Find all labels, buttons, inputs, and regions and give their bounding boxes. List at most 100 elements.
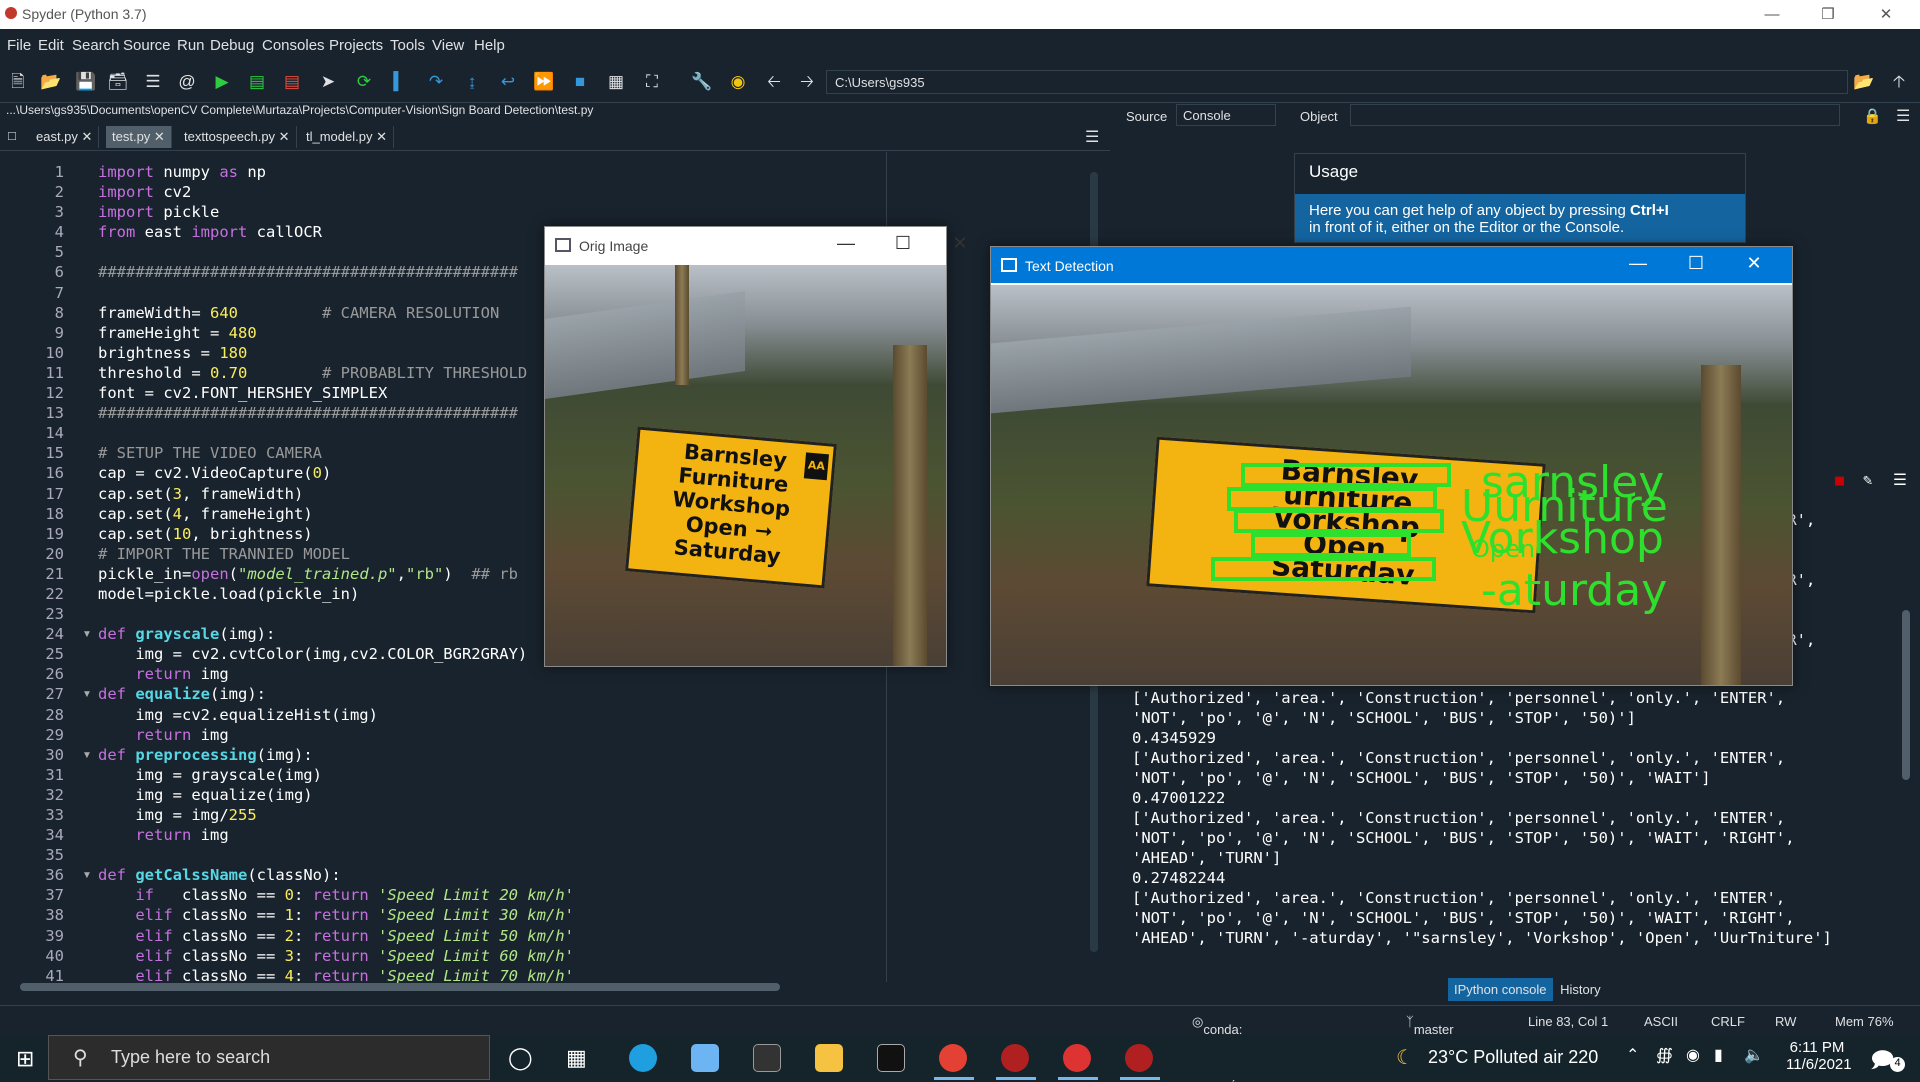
fold-arrow-icon[interactable]: ▼ [82, 870, 92, 881]
search-icon: ⚲ [73, 1047, 88, 1069]
save-all-icon[interactable]: 🗃 [106, 70, 130, 94]
close-button[interactable]: ✕ [935, 233, 985, 254]
run-cell-advance-icon[interactable]: ▤ [280, 70, 304, 94]
tab-east-py[interactable]: east.py ✕ [30, 126, 100, 148]
conda-env-status: ◎ conda: base (Python 3.7.6) [1192, 1014, 1248, 1082]
minimize-button[interactable]: — [821, 233, 871, 254]
line-number: 16 [45, 464, 64, 483]
clock[interactable]: 6:11 PM 11/6/2021 [1786, 1039, 1852, 1073]
edge-browser-icon[interactable] [629, 1044, 657, 1072]
maximize-button[interactable]: ❒ [1800, 0, 1856, 29]
tab-tl-model-py[interactable]: tl_model.py ✕ [300, 126, 394, 148]
continue-icon[interactable]: ⏩ [532, 70, 556, 94]
editor-options-icon[interactable]: ☰ [1085, 127, 1099, 147]
run-icon[interactable]: ▶ [210, 70, 234, 94]
spyder-active-icon[interactable] [1125, 1044, 1153, 1072]
menu-tools[interactable]: Tools [390, 37, 425, 54]
working-directory-input[interactable] [826, 70, 1848, 94]
step-icon[interactable]: ↷ [424, 70, 448, 94]
weather-text[interactable]: 23°C Polluted air 220 [1428, 1047, 1598, 1068]
outline-icon[interactable]: ☰ [141, 70, 165, 94]
tab-texttospeech-py[interactable]: texttospeech.py ✕ [178, 126, 297, 148]
menu-run[interactable]: Run [177, 37, 205, 54]
lock-icon[interactable]: 🔒 [1863, 107, 1882, 125]
rerun-icon[interactable]: ⟳ [352, 70, 376, 94]
volume-icon[interactable]: 🔈 [1744, 1045, 1764, 1065]
menu-file[interactable]: File [7, 37, 31, 54]
source-select[interactable]: Console [1176, 104, 1276, 126]
windows-start-icon[interactable]: ⊞ [16, 1046, 34, 1072]
stop-kernel-icon[interactable]: ■ [1835, 470, 1844, 490]
open-file-icon[interactable]: 📂 [39, 70, 63, 94]
line-number: 37 [45, 886, 64, 905]
preferences-wrench-icon[interactable]: 🔧 [690, 70, 714, 94]
browse-folder-icon[interactable]: 📂 [1852, 70, 1876, 94]
menu-debug[interactable]: Debug [210, 37, 254, 54]
media-app-icon[interactable] [1063, 1044, 1091, 1072]
encoding: ASCII [1644, 1014, 1678, 1029]
menu-edit[interactable]: Edit [38, 37, 64, 54]
run-cell-icon[interactable]: ▤ [245, 70, 269, 94]
text-detection-window[interactable]: Text Detection — ☐ ✕ Barnslev urniture V… [990, 246, 1793, 686]
debug-icon[interactable]: ▍ [388, 70, 412, 94]
editor-horizontal-scrollbar[interactable] [20, 983, 780, 991]
browse-tabs-icon[interactable]: □ [8, 128, 16, 143]
cortana-icon[interactable]: ◯ [508, 1045, 533, 1071]
forward-arrow-icon[interactable]: 🡢 [795, 70, 819, 94]
close-button[interactable]: ✕ [1858, 0, 1914, 29]
tab-history[interactable]: History [1556, 978, 1604, 1001]
spyder-icon[interactable] [1001, 1044, 1029, 1072]
step-into-icon[interactable]: ↨ [460, 70, 484, 94]
menu-consoles[interactable]: Consoles [262, 37, 325, 54]
tab-label: east.py [36, 129, 78, 144]
tab-test-py[interactable]: test.py ✕ [106, 126, 172, 148]
save-icon[interactable]: 💾 [74, 70, 98, 94]
tab-ipython-console[interactable]: IPython console [1448, 978, 1553, 1001]
menu-search[interactable]: Search [72, 37, 120, 54]
new-file-icon[interactable]: 🗎 [6, 70, 30, 94]
network-icon[interactable]: ∰ [1656, 1045, 1673, 1065]
maximize-button[interactable]: ☐ [878, 233, 928, 254]
at-icon[interactable]: @ [175, 70, 199, 94]
console-options-icon[interactable]: ☰ [1893, 470, 1907, 490]
close-button[interactable]: ✕ [1729, 253, 1779, 274]
webcam-icon[interactable]: ◉ [1686, 1045, 1700, 1065]
minimize-button[interactable]: — [1744, 0, 1800, 29]
help-options-icon[interactable]: ☰ [1896, 106, 1910, 126]
chrome-icon[interactable] [939, 1044, 967, 1072]
maximize-pane-icon[interactable]: ▦ [604, 70, 628, 94]
maximize-button[interactable]: ☐ [1671, 253, 1721, 274]
command-prompt-icon[interactable] [877, 1044, 905, 1072]
battery-icon[interactable]: ▮ [1714, 1045, 1723, 1065]
fullscreen-icon[interactable]: ⛶ [640, 70, 664, 94]
weather-moon-icon[interactable]: ☾ [1396, 1045, 1414, 1070]
parent-directory-icon[interactable]: 🡡 [1887, 70, 1911, 94]
fold-arrow-icon[interactable]: ▼ [82, 750, 92, 761]
3d-box-app-icon[interactable] [691, 1044, 719, 1072]
fold-arrow-icon[interactable]: ▼ [82, 689, 92, 700]
run-selection-icon[interactable]: ➤ [316, 70, 340, 94]
line-number: 20 [45, 544, 64, 563]
fold-arrow-icon[interactable]: ▼ [82, 629, 92, 640]
taskbar-search-box[interactable]: ⚲ Type here to search [48, 1035, 490, 1080]
back-arrow-icon[interactable]: 🡠 [762, 70, 786, 94]
menu-source[interactable]: Source [123, 37, 171, 54]
line-number: 32 [45, 785, 64, 804]
tray-chevron-icon[interactable]: ⌃ [1626, 1045, 1639, 1065]
task-view-icon[interactable]: ▦ [566, 1045, 587, 1071]
line-number: 17 [45, 484, 64, 503]
console-scrollbar[interactable] [1902, 610, 1910, 780]
menu-projects[interactable]: Projects [329, 37, 383, 54]
menu-help[interactable]: Help [474, 37, 505, 54]
menu-view[interactable]: View [432, 37, 464, 54]
object-input[interactable] [1350, 104, 1840, 126]
terminal-icon[interactable] [753, 1044, 781, 1072]
line-number: 36 [45, 866, 64, 885]
step-return-icon[interactable]: ↩ [496, 70, 520, 94]
stop-icon[interactable]: ■ [568, 70, 592, 94]
clear-console-icon[interactable]: ✎ [1863, 470, 1872, 490]
file-explorer-icon[interactable] [815, 1044, 843, 1072]
minimize-button[interactable]: — [1613, 253, 1663, 274]
orig-image-window[interactable]: Orig Image — ☐ ✕ Barnsley Furniture Work… [544, 226, 968, 667]
python-path-icon[interactable]: ◉ [726, 70, 750, 94]
